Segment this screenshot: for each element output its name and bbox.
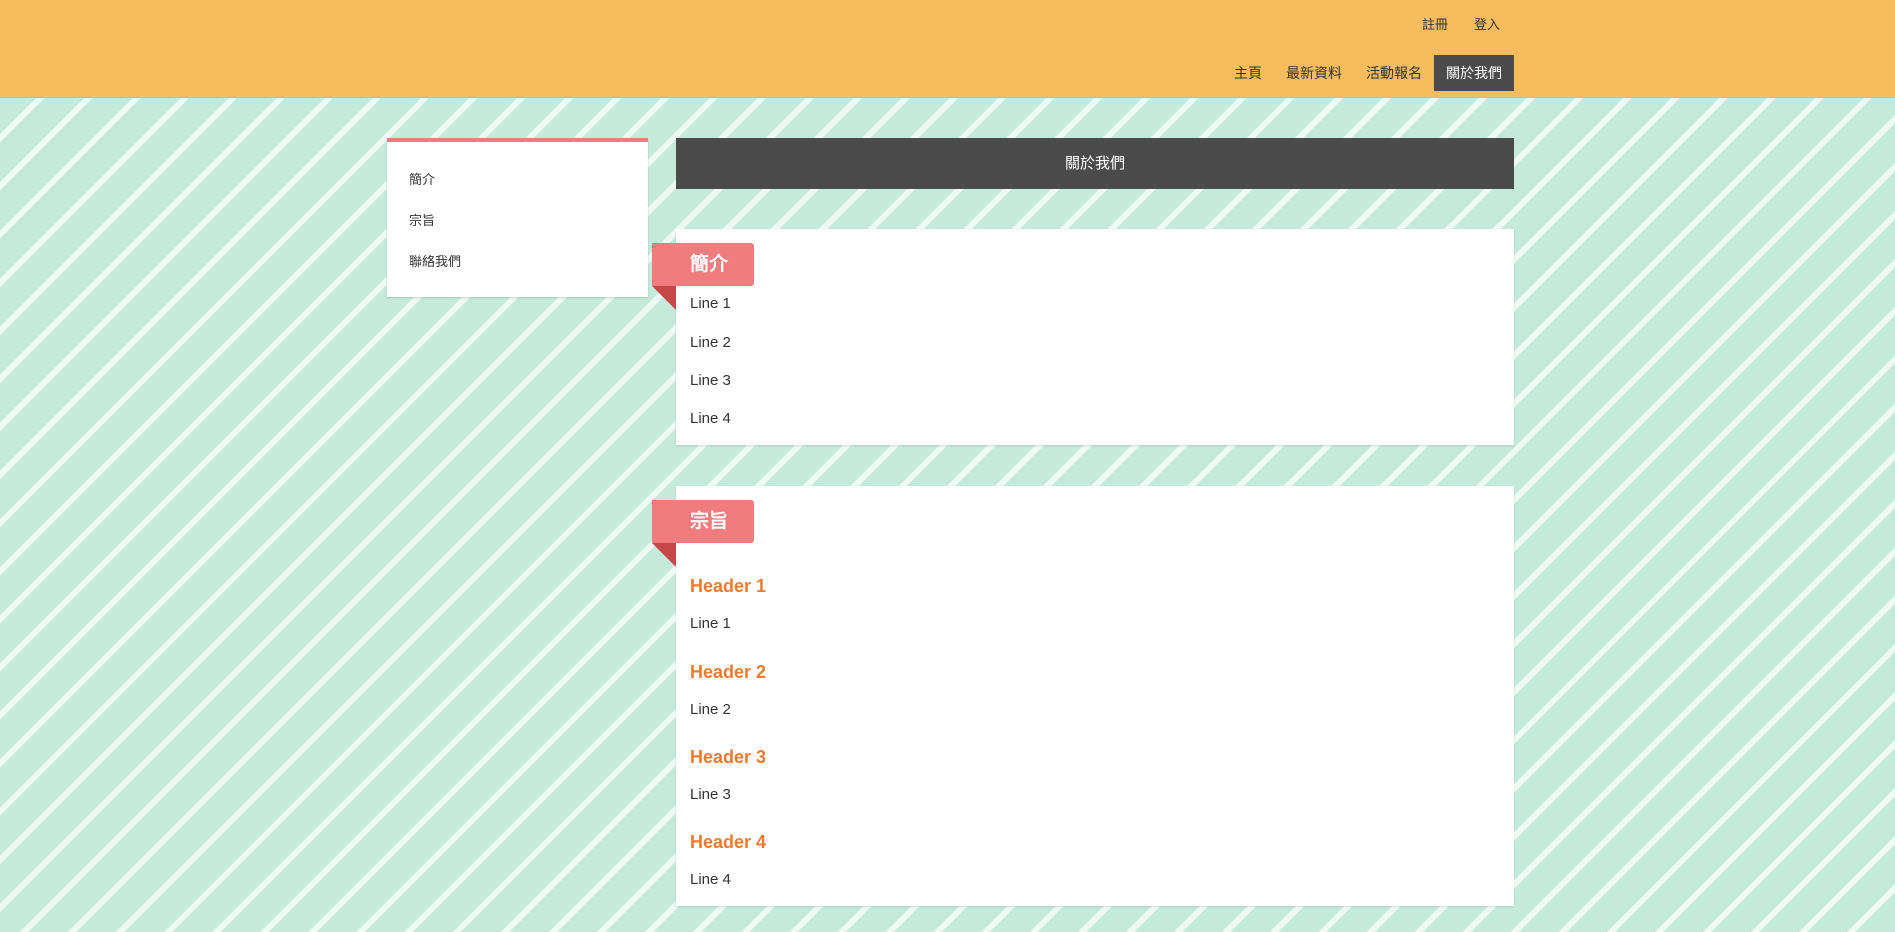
purpose-line: Line 3 xyxy=(690,786,731,803)
intro-card: 簡介 Line 1 Line 2 Line 3 Line 4 xyxy=(652,229,1514,445)
intro-line: Line 1 xyxy=(690,295,731,312)
main-nav: 主頁 最新資料 活動報名 關於我們 xyxy=(1222,55,1514,91)
purpose-header: Header 3 xyxy=(690,747,767,767)
intro-line: Line 3 xyxy=(690,372,731,389)
purpose-card: 宗旨 Header 1 Line 1 Header 2 Line 2 Heade… xyxy=(652,486,1514,906)
purpose-line: Line 2 xyxy=(690,701,731,718)
login-link[interactable]: 登入 xyxy=(1474,14,1500,33)
purpose-header: Header 1 xyxy=(690,576,767,596)
section-ribbon-purpose: 宗旨 xyxy=(652,500,754,543)
section-ribbon-intro: 簡介 xyxy=(652,243,754,286)
nav-item-about-us[interactable]: 關於我們 xyxy=(1434,55,1514,91)
sidebar-item-purpose[interactable]: 宗旨 xyxy=(409,210,435,229)
purpose-line: Line 4 xyxy=(690,871,731,888)
sidebar: 簡介 宗旨 聯絡我們 xyxy=(387,138,648,297)
nav-item-event-registration[interactable]: 活動報名 xyxy=(1354,55,1434,91)
page-title: 關於我們 xyxy=(676,138,1514,189)
ribbon-fold xyxy=(652,286,676,310)
intro-line: Line 2 xyxy=(690,334,731,351)
ribbon-fold xyxy=(652,543,676,567)
nav-item-latest-info[interactable]: 最新資料 xyxy=(1274,55,1354,91)
purpose-header: Header 2 xyxy=(690,662,767,682)
site-header: 註冊 登入 主頁 最新資料 活動報名 關於我們 xyxy=(0,0,1895,98)
purpose-header: Header 4 xyxy=(690,832,767,852)
sidebar-item-contact-us[interactable]: 聯絡我們 xyxy=(409,251,461,270)
account-links: 註冊 登入 xyxy=(1422,14,1500,33)
register-link[interactable]: 註冊 xyxy=(1422,14,1448,33)
sidebar-item-intro[interactable]: 簡介 xyxy=(409,169,435,188)
purpose-line: Line 1 xyxy=(690,615,731,632)
nav-item-home[interactable]: 主頁 xyxy=(1222,55,1274,91)
intro-line: Line 4 xyxy=(690,410,731,427)
